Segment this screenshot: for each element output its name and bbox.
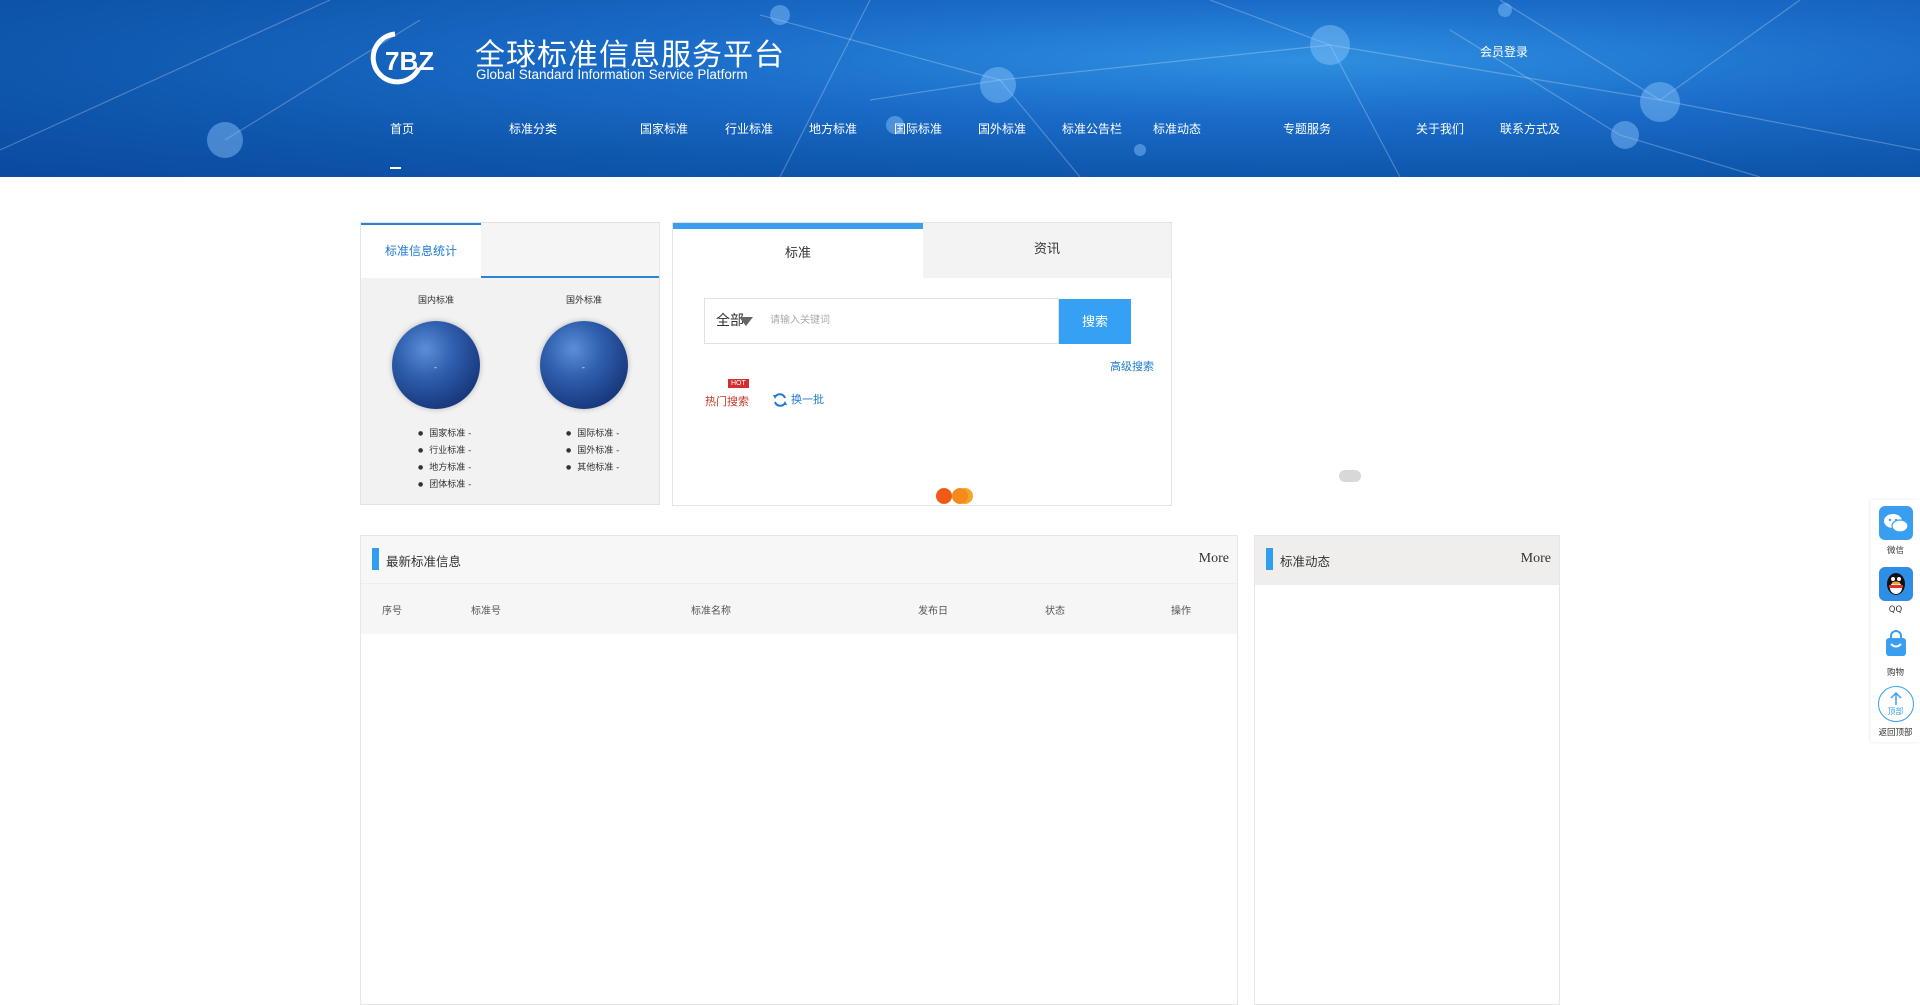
search-panel: 标准 资讯 全部 请输入关键词 搜索 高级搜索 热门搜索 HOT 换一批 [672,222,1172,506]
hot-search-link[interactable]: 热门搜索 [705,393,749,409]
section-accent-bar [372,548,379,570]
tab-news[interactable]: 资讯 [923,223,1171,278]
column-header: 发布日 [918,606,948,617]
nav-active-indicator [390,167,401,169]
section-title: 标准动态 [1280,554,1331,569]
advanced-search-link[interactable]: 高级搜索 [1110,358,1154,374]
svg-text:7BZ: 7BZ [385,46,434,76]
site-header: 7BZ 全球标准信息服务平台 Global Standard Informati… [0,0,1920,177]
standard-news-section: 标准动态 More [1254,535,1560,1005]
domestic-title: 国内标准 [417,296,454,306]
list-item[interactable]: 国际标准 - [566,425,639,442]
loading-dot [936,488,952,504]
refresh-icon [773,393,787,407]
foreign-list: 国际标准 - 国外标准 - 其他标准 - [529,425,639,476]
more-link[interactable]: More [1521,551,1551,567]
wechat-icon [1878,506,1913,540]
back-to-top-label: 返回顶部 [1878,728,1913,738]
list-item[interactable]: 行业标准 - [418,442,491,459]
main-nav: 首页 标准分类 国家标准 行业标准 地方标准 国际标准 国外标准 标准公告栏 标… [0,120,1920,144]
globe-image: - [540,321,628,409]
refresh-label: 换一批 [791,393,824,406]
section-header: 最新标准信息 More [361,536,1237,584]
loading-dot [952,488,968,504]
wechat-button[interactable]: 微信 [1871,506,1920,556]
foreign-title: 国外标准 [565,296,602,306]
shopping-button[interactable]: 购物 [1871,628,1920,678]
section-accent-bar [1266,548,1273,570]
list-item[interactable]: 团体标准 - [418,476,491,493]
nav-item-national[interactable]: 国家标准 [640,120,688,137]
search-button[interactable]: 搜索 [1059,299,1131,344]
qq-button[interactable]: QQ [1871,567,1920,615]
nav-item-foreign[interactable]: 国外标准 [978,120,1026,137]
refresh-link[interactable]: 换一批 [772,391,824,408]
tab-standard[interactable]: 标准 [673,223,923,278]
shopping-label: 购物 [1886,668,1904,678]
column-header: 序号 [382,606,402,617]
nav-item-international[interactable]: 国际标准 [894,120,942,137]
column-header: 状态 [1045,606,1065,617]
back-to-top-button[interactable]: 顶部 返回顶部 [1871,686,1920,738]
chevron-down-icon [739,317,753,326]
list-item[interactable]: 其他标准 - [566,459,639,476]
carousel-dot[interactable] [1339,470,1361,482]
globe-image: - [392,321,480,409]
list-item[interactable]: 地方标准 - [418,459,491,476]
nav-item-about[interactable]: 关于我们 [1416,120,1464,137]
foreign-column: 国外标准 - 国际标准 - 国外标准 - 其他标准 - [529,293,639,476]
nav-item-category[interactable]: 标准分类 [509,120,557,137]
column-header: 操作 [1171,606,1191,617]
tab-strip-rest [481,223,659,278]
site-logo[interactable]: 7BZ [367,28,459,88]
section-header: 标准动态 More [1255,536,1559,585]
column-header: 标准名称 [691,606,731,617]
loading-indicator [936,488,970,508]
section-title: 最新标准信息 [386,554,462,569]
more-link[interactable]: More [1199,551,1229,567]
nav-item-contact[interactable]: 联系方式及 [1500,120,1560,137]
search-input[interactable]: 请输入关键词 [759,298,1059,344]
nav-item-news[interactable]: 标准动态 [1153,120,1201,137]
hot-badge: HOT [728,379,749,388]
nav-item-home[interactable]: 首页 [390,120,414,137]
qq-icon [1878,567,1913,601]
domestic-list: 国家标准 - 行业标准 - 地方标准 - 团体标准 - [381,425,491,493]
header-network-background [0,0,1920,177]
latest-standards-section: 最新标准信息 More 序号 标准号 标准名称 发布日 状态 操作 [360,535,1238,1005]
column-header: 标准号 [471,606,501,617]
qq-label: QQ [1888,605,1903,615]
stats-tabs: 标准信息统计 [361,223,659,278]
search-scope-select[interactable]: 全部 [704,298,760,344]
nav-item-local[interactable]: 地方标准 [809,120,857,137]
shopping-bag-icon [1879,628,1913,662]
standard-stats-panel: 标准信息统计 国内标准 - 国家标准 - 行业标准 - 地方标准 - 团体标准 … [360,222,660,505]
nav-item-industry[interactable]: 行业标准 [725,120,773,137]
nav-item-bulletin[interactable]: 标准公告栏 [1062,120,1122,137]
back-to-top-icon-text: 顶部 [1887,707,1904,716]
table-header: 序号 标准号 标准名称 发布日 状态 操作 [361,584,1237,634]
site-subtitle: Global Standard Information Service Plat… [476,67,748,82]
list-item[interactable]: 国外标准 - [566,442,639,459]
member-login-link[interactable]: 会员登录 [1480,43,1528,60]
nav-item-services[interactable]: 专题服务 [1283,120,1331,137]
list-item[interactable]: 国家标准 - [418,425,491,442]
domestic-column: 国内标准 - 国家标准 - 行业标准 - 地方标准 - 团体标准 - [381,293,491,493]
back-to-top-icon: 顶部 [1877,686,1914,722]
wechat-label: 微信 [1886,546,1904,556]
floating-toolbar: 微信 QQ 购物 顶部 返回顶部 [1871,500,1920,742]
tab-standard-stats[interactable]: 标准信息统计 [361,223,481,278]
